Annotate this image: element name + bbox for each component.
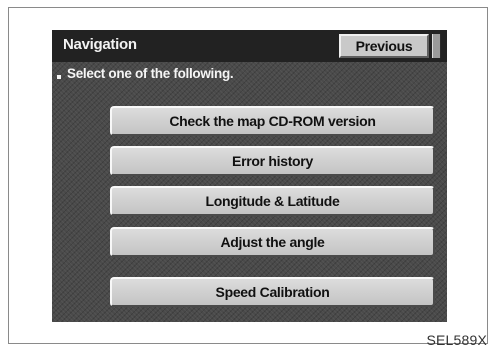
previous-button[interactable]: Previous: [339, 34, 429, 58]
adjust-angle-button[interactable]: Adjust the angle: [110, 227, 435, 257]
header-bar: Navigation Previous: [52, 30, 447, 62]
header-scroll-bar: [432, 34, 441, 58]
instruction-label: Select one of the following.: [67, 66, 234, 81]
screen-title: Navigation: [63, 36, 137, 53]
speed-calibration-button[interactable]: Speed Calibration: [110, 277, 435, 307]
check-map-cd-rom-version-button[interactable]: Check the map CD-ROM version: [110, 106, 435, 136]
instruction-text: Select one of the following.: [57, 66, 234, 81]
navigation-screen: Navigation Previous Select one of the fo…: [52, 30, 447, 322]
longitude-latitude-button[interactable]: Longitude & Latitude: [110, 186, 435, 216]
bullet-icon: [57, 75, 61, 79]
error-history-button[interactable]: Error history: [110, 146, 435, 176]
figure-code: SEL589X: [426, 332, 487, 348]
